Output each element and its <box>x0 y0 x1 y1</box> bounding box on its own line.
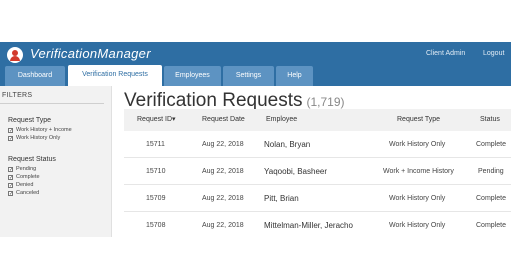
table-header: Request ID▾ Request Date Employee Reques… <box>124 109 511 131</box>
filters-sidebar: FILTERS Request Type ✓ Work History + Inc… <box>0 86 112 237</box>
column-status[interactable]: Status <box>480 109 500 131</box>
column-request-type[interactable]: Request Type <box>397 109 440 131</box>
employee-cell[interactable]: Nolan, Bryan <box>264 131 310 158</box>
checkbox-checked-icon[interactable]: ✓ <box>8 183 13 189</box>
checkbox-checked-icon[interactable]: ✓ <box>8 175 13 181</box>
user-logo-icon <box>7 47 23 63</box>
filter-option-label: Pending <box>16 166 37 172</box>
app-window: VerificationManager Client Admin Logout … <box>0 42 511 237</box>
request-id-cell: 15708 <box>146 222 166 229</box>
request-count: (1,719) <box>306 95 345 109</box>
filter-status-denied[interactable]: ✓ Denied <box>8 182 33 189</box>
checkbox-checked-icon[interactable]: ✓ <box>8 136 13 142</box>
request-type-cell: Work History Only <box>389 141 446 148</box>
table-row[interactable]: 15709 Aug 22, 2018 Pitt, Brian Work Hist… <box>124 185 511 212</box>
filter-option-label: Work History Only <box>16 135 61 141</box>
column-request-id[interactable]: Request ID▾ <box>137 109 176 131</box>
request-date-cell: Aug 22, 2018 <box>202 141 244 148</box>
filter-work-history-only[interactable]: ✓ Work History Only <box>8 135 60 142</box>
request-type-cell: Work + Income History <box>383 168 454 175</box>
tab-verification-requests[interactable]: Verification Requests <box>68 65 162 86</box>
employee-cell[interactable]: Yaqoobi, Basheer <box>264 158 327 185</box>
page-title-text: Verification Requests <box>124 90 303 111</box>
request-date-cell: Aug 22, 2018 <box>202 195 244 202</box>
tab-employees[interactable]: Employees <box>164 66 221 86</box>
filter-option-label: Complete <box>16 174 40 180</box>
request-date-cell: Aug 22, 2018 <box>202 168 244 175</box>
filter-work-history-income[interactable]: ✓ Work History + Income <box>8 127 72 134</box>
filter-status-pending[interactable]: ✓ Pending <box>8 166 36 173</box>
request-id-cell: 15709 <box>146 195 166 202</box>
column-request-date[interactable]: Request Date <box>202 109 245 131</box>
filter-option-label: Canceled <box>16 190 40 196</box>
request-type-heading: Request Type <box>8 117 52 124</box>
tab-settings[interactable]: Settings <box>223 66 274 86</box>
request-type-cell: Work History Only <box>389 222 446 229</box>
status-cell: Complete <box>476 141 506 148</box>
tab-help[interactable]: Help <box>276 66 313 86</box>
filters-heading: FILTERS <box>2 92 33 99</box>
app-title: VerificationManager <box>30 46 151 61</box>
request-id-cell: 15710 <box>146 168 166 175</box>
checkbox-checked-icon[interactable]: ✓ <box>8 167 13 173</box>
client-admin-link[interactable]: Client Admin <box>426 50 465 57</box>
column-label: Request ID <box>137 116 173 123</box>
filter-status-complete[interactable]: ✓ Complete <box>8 174 40 181</box>
top-navigation-bar: VerificationManager Client Admin Logout … <box>0 42 511 86</box>
status-cell: Pending <box>478 168 504 175</box>
tab-dashboard[interactable]: Dashboard <box>5 66 65 86</box>
column-employee[interactable]: Employee <box>266 109 297 131</box>
employee-cell[interactable]: Mittelman-Miller, Jeracho <box>264 212 353 237</box>
table-row[interactable]: 15708 Aug 22, 2018 Mittelman-Miller, Jer… <box>124 212 511 237</box>
sort-down-icon[interactable]: ▾ <box>172 116 176 123</box>
checkbox-checked-icon[interactable]: ✓ <box>8 191 13 197</box>
table-row[interactable]: 15711 Aug 22, 2018 Nolan, Bryan Work His… <box>124 131 511 158</box>
filters-divider <box>0 103 104 104</box>
employee-cell[interactable]: Pitt, Brian <box>264 185 299 212</box>
table-row[interactable]: 15710 Aug 22, 2018 Yaqoobi, Basheer Work… <box>124 158 511 185</box>
request-date-cell: Aug 22, 2018 <box>202 222 244 229</box>
logout-link[interactable]: Logout <box>483 50 504 57</box>
logo-body-shape <box>10 56 20 61</box>
filter-status-canceled[interactable]: ✓ Canceled <box>8 190 39 197</box>
request-type-cell: Work History Only <box>389 195 446 202</box>
filter-option-label: Denied <box>16 182 34 188</box>
checkbox-checked-icon[interactable]: ✓ <box>8 128 13 134</box>
status-cell: Complete <box>476 195 506 202</box>
request-status-heading: Request Status <box>8 156 56 163</box>
request-id-cell: 15711 <box>146 141 165 148</box>
status-cell: Complete <box>476 222 506 229</box>
filter-option-label: Work History + Income <box>16 127 72 133</box>
